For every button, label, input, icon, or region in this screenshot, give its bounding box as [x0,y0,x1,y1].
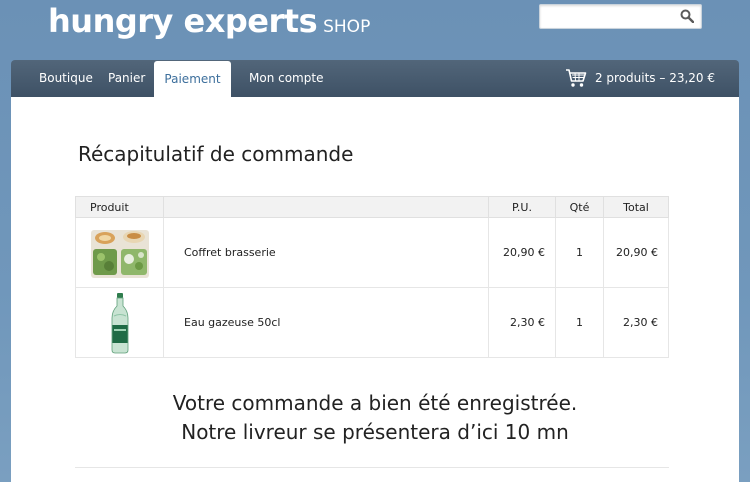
delivery-message: Notre livreur se présentera d’ici 10 mn [181,420,569,444]
unit-price: 2,30 € [488,287,556,358]
column-header-total: Total [603,196,669,218]
cart-summary[interactable]: 2 produits – 23,20 € [565,60,715,97]
lunch-box-image [90,229,149,278]
column-header-product: Produit [75,196,164,218]
quantity: 1 [555,287,604,358]
main-navbar: Boutique Panier Paiement Mon compte 2 pr… [11,60,739,97]
brand-name: hungry experts [48,2,318,40]
search-input[interactable] [540,5,670,27]
product-image-cell [75,217,164,288]
nav-item-paiement[interactable]: Paiement [154,61,231,97]
page-title: Récapitulatif de commande [78,142,354,166]
line-total: 2,30 € [603,287,669,358]
table-header-row: Produit P.U. Qté Total [75,196,669,218]
table-row: Eau gazeuse 50cl 2,30 € 1 2,30 € [75,287,669,358]
product-image-cell [75,287,164,358]
column-header-qty: Qté [555,196,604,218]
product-name: Eau gazeuse 50cl [163,287,489,358]
order-summary-table: Produit P.U. Qté Total Coffret brasserie… [75,196,669,358]
search-icon[interactable] [680,9,694,23]
unit-price: 20,90 € [488,217,556,288]
checkout-panel: Récapitulatif de commande Produit P.U. Q… [11,97,739,482]
nav-item-panier[interactable]: Panier [108,60,145,97]
line-total: 20,90 € [603,217,669,288]
brand-logo[interactable]: hungry experts SHOP [48,2,370,40]
quantity: 1 [555,217,604,288]
nav-item-mon-compte[interactable]: Mon compte [249,60,323,97]
search-box [539,4,702,29]
nav-item-boutique[interactable]: Boutique [39,60,93,97]
confirmation-message: Votre commande a bien été enregistrée. [172,391,578,415]
column-header-name [163,196,489,218]
cart-summary-text: 2 produits – 23,20 € [594,71,715,85]
column-header-unit-price: P.U. [488,196,556,218]
brand-suffix: SHOP [323,17,371,37]
product-name: Coffret brasserie [163,217,489,288]
water-bottle-image [111,292,128,353]
table-row: Coffret brasserie 20,90 € 1 20,90 € [75,217,669,288]
divider [75,467,669,468]
shopping-cart-icon [565,69,587,87]
